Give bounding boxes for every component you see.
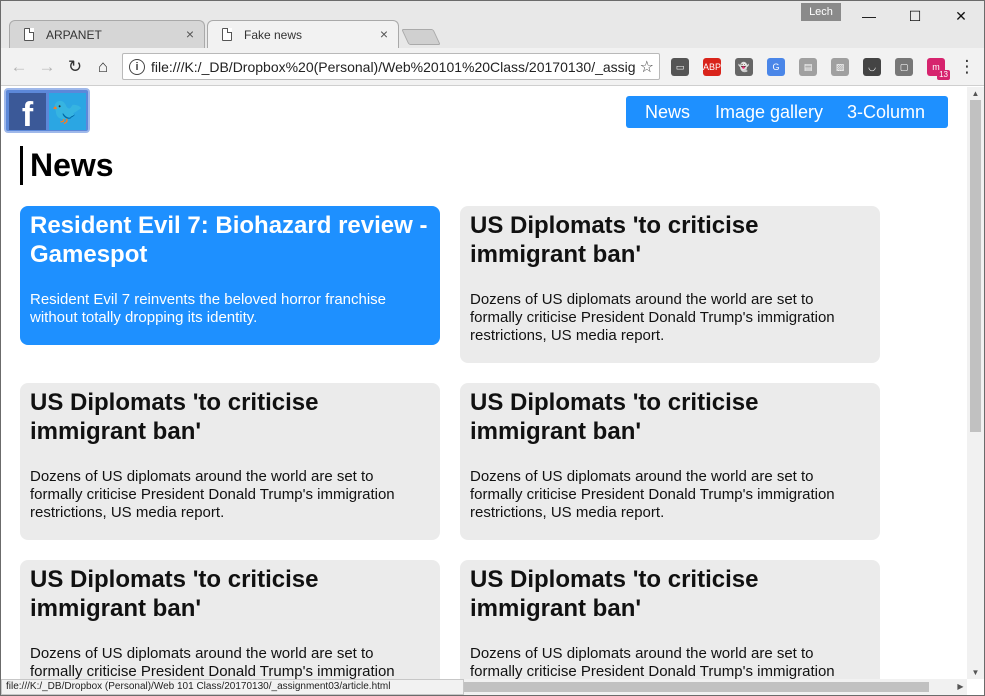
page-icon [24, 28, 34, 41]
pocket-icon[interactable]: ◡ [863, 58, 881, 76]
back-button[interactable]: ← [8, 56, 30, 78]
cast-icon[interactable]: ▭ [671, 58, 689, 76]
article-card[interactable]: US Diplomats 'to criticise immigrant ban… [20, 383, 440, 540]
home-button[interactable]: ⌂ [92, 56, 114, 78]
ghost-icon[interactable]: 👻 [735, 58, 753, 76]
address-bar[interactable]: i file:///K:/_DB/Dropbox%20(Personal)/We… [122, 53, 660, 80]
article-title[interactable]: US Diplomats 'to criticise immigrant ban… [470, 211, 870, 269]
main-nav: News Image gallery 3-Column [626, 96, 948, 128]
page-icon [222, 28, 232, 41]
tab-title: Fake news [244, 28, 303, 42]
close-tab-icon[interactable]: × [380, 26, 388, 42]
url-text[interactable]: file:///K:/_DB/Dropbox%20(Personal)/Web%… [151, 59, 635, 75]
tab-fake-news[interactable]: Fake news × [207, 20, 399, 48]
horizontal-scrollbar[interactable]: ▶ [464, 679, 967, 695]
scroll-right-icon[interactable]: ▶ [954, 679, 967, 695]
article-title[interactable]: US Diplomats 'to criticise immigrant ban… [30, 565, 430, 623]
profile-badge[interactable]: Lech [801, 3, 841, 21]
twitter-icon[interactable]: 🐦 [49, 93, 86, 130]
new-tab-button[interactable] [401, 29, 441, 45]
article-summary: Resident Evil 7 reinvents the beloved ho… [30, 291, 387, 326]
article-card[interactable]: US Diplomats 'to criticise immigrant ban… [460, 383, 880, 540]
scroll-down-icon[interactable]: ▼ [967, 666, 984, 679]
nav-3-column[interactable]: 3-Column [847, 102, 925, 123]
minimize-button[interactable]: — [846, 3, 892, 29]
reader-icon[interactable]: ▤ [799, 58, 817, 76]
facebook-icon[interactable]: f [9, 93, 46, 134]
info-icon[interactable]: i [129, 59, 145, 75]
close-tab-icon[interactable]: × [186, 26, 194, 42]
nav-image-gallery[interactable]: Image gallery [715, 102, 823, 123]
article-title[interactable]: Resident Evil 7: Biohazard review - Game… [30, 211, 430, 269]
scroll-up-icon[interactable]: ▲ [967, 87, 984, 100]
tab-title: ARPANET [46, 28, 102, 42]
nav-news[interactable]: News [645, 102, 690, 123]
article-summary: Dozens of US diplomats around the world … [470, 468, 835, 521]
article-summary: Dozens of US diplomats around the world … [30, 645, 395, 679]
article-card[interactable]: US Diplomats 'to criticise immigrant ban… [20, 560, 440, 679]
reload-button[interactable]: ↻ [64, 56, 86, 78]
close-window-button[interactable]: ✕ [938, 3, 984, 29]
menu-icon[interactable]: ⋮ [956, 56, 978, 78]
browser-toolbar: ← → ↻ ⌂ i file:///K:/_DB/Dropbox%20(Pers… [1, 48, 984, 86]
article-card[interactable]: US Diplomats 'to criticise immigrant ban… [460, 560, 880, 679]
article-card[interactable]: Resident Evil 7: Biohazard review - Game… [20, 206, 440, 345]
vertical-scrollbar[interactable]: ▲ ▼ [967, 87, 984, 679]
social-icons: f 🐦 [4, 88, 90, 134]
article-summary: Dozens of US diplomats around the world … [470, 291, 835, 344]
forward-button[interactable]: → [36, 56, 58, 78]
article-card[interactable]: US Diplomats 'to criticise immigrant ban… [460, 206, 880, 363]
page-title: News [20, 146, 114, 185]
article-title[interactable]: US Diplomats 'to criticise immigrant ban… [470, 388, 870, 446]
tab-arpanet[interactable]: ARPANET × [9, 20, 205, 48]
browser-window: ARPANET × Fake news × Lech — ☐ ✕ ← → ↻ ⌂… [0, 0, 985, 696]
extension-badge: 13 [937, 70, 950, 80]
translate-icon[interactable]: G [767, 58, 785, 76]
page-viewport: f 🐦 News Image gallery 3-Column News Res… [1, 87, 967, 679]
scrollbar-thumb[interactable] [464, 682, 929, 692]
maximize-button[interactable]: ☐ [892, 3, 938, 29]
article-title[interactable]: US Diplomats 'to criticise immigrant ban… [470, 565, 870, 623]
article-summary: Dozens of US diplomats around the world … [470, 645, 835, 679]
article-summary: Dozens of US diplomats around the world … [30, 468, 395, 521]
article-title[interactable]: US Diplomats 'to criticise immigrant ban… [30, 388, 430, 446]
bookmark-star-icon[interactable]: ☆ [640, 57, 654, 77]
status-bar: file:///K:/_DB/Dropbox (Personal)/Web 10… [1, 679, 464, 695]
title-bar: ARPANET × Fake news × Lech — ☐ ✕ [1, 1, 984, 48]
note-icon[interactable]: ▢ [895, 58, 913, 76]
m-icon[interactable]: m 13 [927, 58, 950, 80]
scrollbar-thumb[interactable] [970, 100, 981, 432]
adblock-icon[interactable]: ABP [703, 58, 721, 76]
image-icon[interactable]: ▨ [831, 58, 849, 76]
